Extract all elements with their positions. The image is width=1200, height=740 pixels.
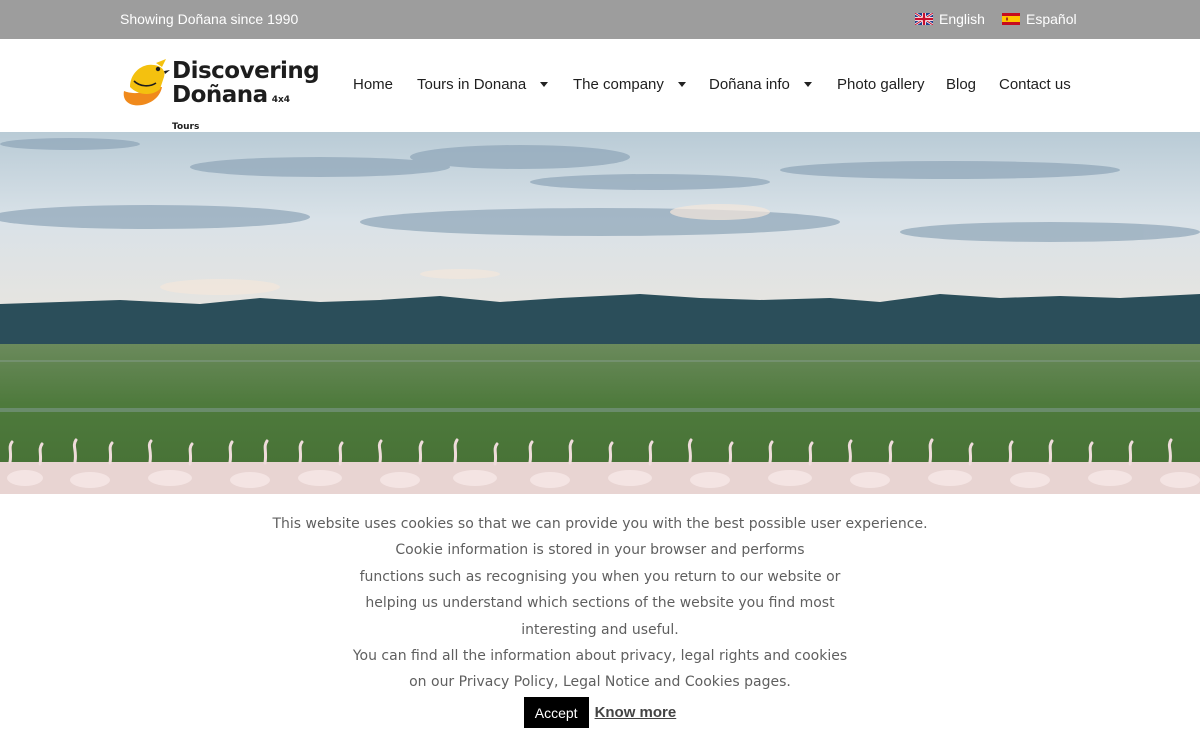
language-english-link[interactable]: English <box>915 11 985 27</box>
logo-text: Discovering Doñana 4x4 Tours <box>172 59 320 139</box>
site-header: Discovering Doñana 4x4 Tours Home Tours i… <box>0 39 1200 132</box>
nav-item-company[interactable]: The company <box>573 76 686 93</box>
spain-flag-icon <box>1002 13 1020 25</box>
nav-item-label: Blog <box>946 76 977 93</box>
cookie-actions: Accept Know more <box>0 697 1200 728</box>
cookie-line: This website uses cookies so that we can… <box>272 516 928 532</box>
cookie-line: interesting and useful. <box>521 621 679 638</box>
marshland-flamingos-illustration <box>0 132 1200 494</box>
caret-down-icon <box>803 82 812 87</box>
nav-item-label: Photo gallery <box>837 76 925 93</box>
cookie-line: Cookie information is stored in your bro… <box>395 542 805 559</box>
language-spanish-label: Español <box>1026 11 1077 27</box>
cookie-line: You can find all the information about p… <box>352 648 848 665</box>
top-bar: Showing Doñana since 1990 English Españo… <box>0 0 1200 39</box>
caret-down-icon <box>677 82 686 87</box>
cookie-line: functions such as recognising you when y… <box>359 568 841 585</box>
nav-item-home[interactable]: Home <box>353 76 393 93</box>
hero-image <box>0 132 1200 494</box>
nav-item-label: Doñana info <box>709 76 790 93</box>
tagline: Showing Doñana since 1990 <box>120 11 299 27</box>
cookie-text: This website uses cookies so that we can… <box>0 511 1200 696</box>
nav-item-label: Home <box>353 76 394 93</box>
cookie-notice: This website uses cookies so that we can… <box>0 494 1200 740</box>
nav-item-contact[interactable]: Contact us <box>999 76 1071 93</box>
nav-item-label: Tours in Donana <box>417 76 527 93</box>
language-english-label: English <box>939 11 985 27</box>
cookie-line: on our Privacy Policy, Legal Notice and … <box>409 674 791 691</box>
caret-down-icon <box>540 82 549 87</box>
nav-item-blog[interactable]: Blog <box>946 76 976 93</box>
nav-item-label: Contact us <box>999 76 1071 93</box>
know-more-link[interactable]: Know more <box>595 704 677 721</box>
nav-item-donana-info[interactable]: Doñana info <box>709 76 812 93</box>
cookie-line: helping us understand which sections of … <box>365 595 835 612</box>
nav-item-photo-gallery[interactable]: Photo gallery <box>837 76 925 93</box>
main-nav: Home Tours in Donana The company Doñana … <box>0 76 1200 96</box>
nav-item-tours[interactable]: Tours in Donana <box>417 76 549 93</box>
language-spanish-link[interactable]: Español <box>1002 11 1077 27</box>
uk-flag-icon <box>915 13 933 25</box>
nav-item-label: The company <box>573 76 664 93</box>
accept-cookies-button[interactable]: Accept <box>523 697 589 728</box>
